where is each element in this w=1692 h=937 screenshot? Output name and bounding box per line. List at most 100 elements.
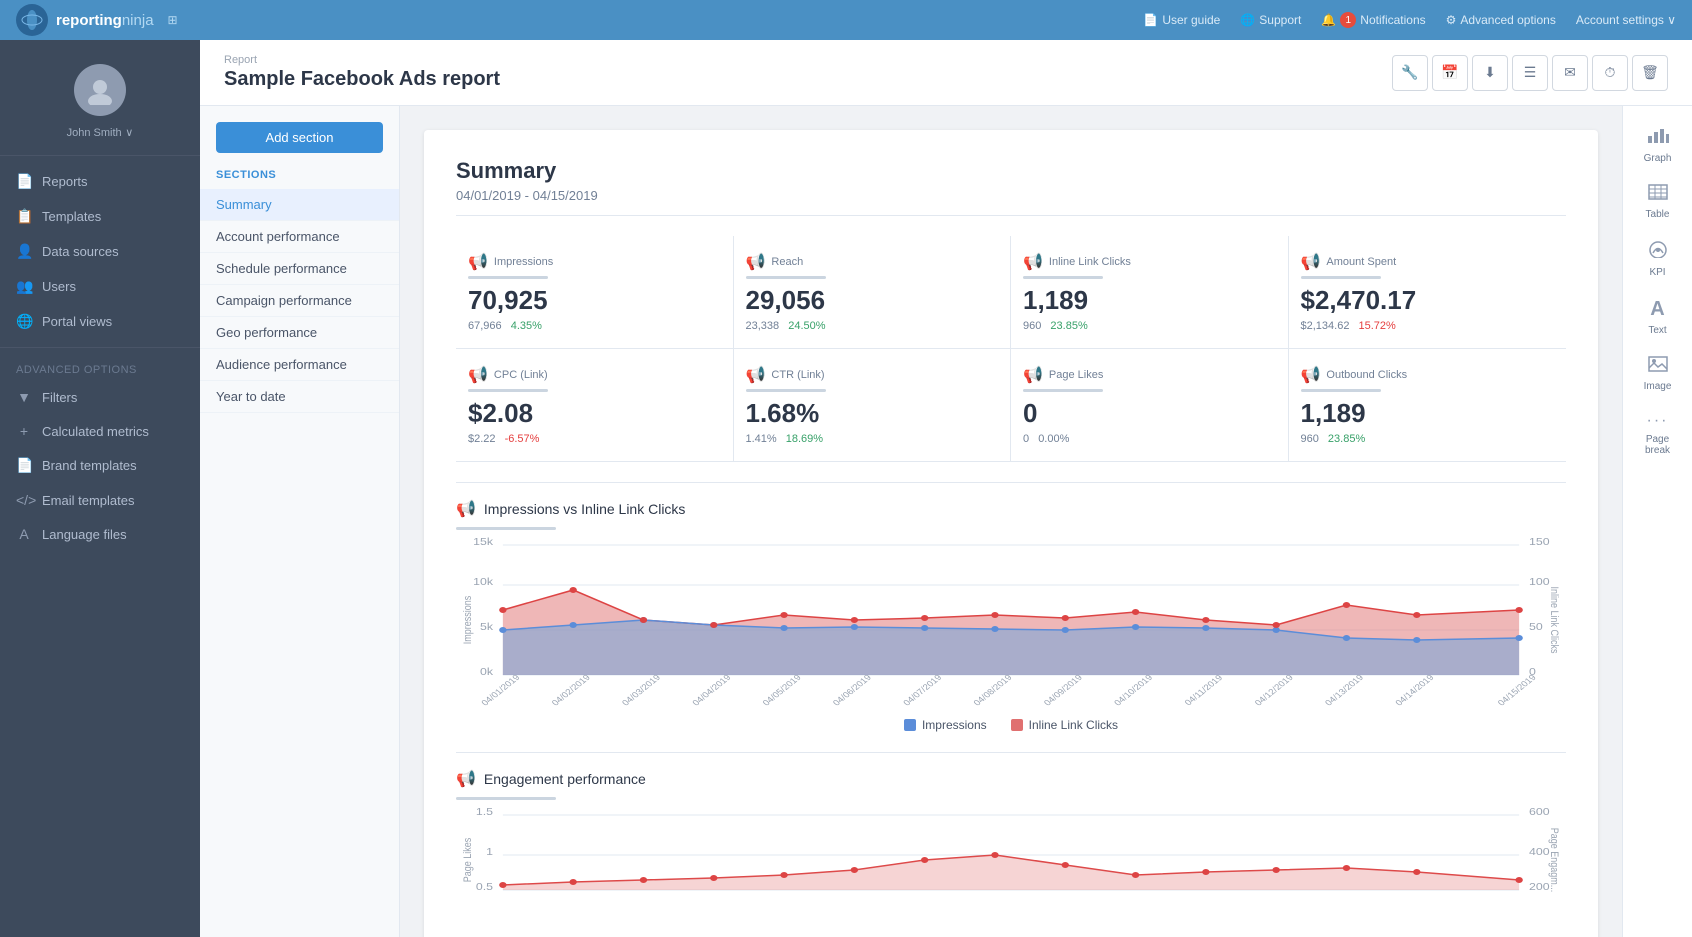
kpi-cpc-icon: 📢 xyxy=(468,365,488,385)
section-item-account-performance[interactable]: Account performance xyxy=(200,221,399,253)
grid-icon[interactable]: ⊞ xyxy=(168,13,178,27)
svg-text:Impressions: Impressions xyxy=(462,596,474,644)
kpi-cpc-label: CPC (Link) xyxy=(494,369,548,381)
settings-button[interactable]: 🔧 xyxy=(1392,55,1428,91)
data-sources-icon: 👤 xyxy=(16,243,32,260)
svg-text:04/11/2019: 04/11/2019 xyxy=(1182,673,1224,707)
chart2-title: Engagement performance xyxy=(484,771,646,787)
kpi-reach-compare: 23,338 24.50% xyxy=(746,320,999,332)
svg-text:04/10/2019: 04/10/2019 xyxy=(1112,673,1155,708)
kpi-ilc-icon: 📢 xyxy=(1023,252,1043,272)
kpi-amount-spent: 📢 Amount Spent $2,470.17 $2,134.62 15.72… xyxy=(1289,236,1567,349)
kpi-widget-btn[interactable]: KPI xyxy=(1633,232,1683,286)
main-layout: John Smith ∨ 📄 Reports 📋 Templates 👤 Dat… xyxy=(0,40,1692,937)
svg-text:0k: 0k xyxy=(480,667,493,678)
email-button[interactable]: ✉ xyxy=(1552,55,1588,91)
graph-widget-btn[interactable]: Graph xyxy=(1633,118,1683,172)
kpi-ilc-compare: 960 23.85% xyxy=(1023,320,1276,332)
svg-text:400: 400 xyxy=(1529,847,1550,858)
top-nav: reportingninja ⊞ 📄 User guide 🌐 Support … xyxy=(0,0,1692,40)
chart1-icon: 📢 xyxy=(456,499,476,519)
chart1-section: 📢 Impressions vs Inline Link Clicks 15k … xyxy=(456,482,1566,732)
user-name[interactable]: John Smith ∨ xyxy=(67,124,134,139)
kpi-amount-value: $2,470.17 xyxy=(1301,285,1555,316)
svg-text:04/05/2019: 04/05/2019 xyxy=(760,673,803,708)
widgets-panel: Graph Table xyxy=(1622,106,1692,937)
delete-button[interactable]: 🗑 xyxy=(1632,55,1668,91)
kpi-amount-bar xyxy=(1301,276,1381,279)
kpi-amount-compare: $2,134.62 15.72% xyxy=(1301,320,1555,332)
text-widget-icon: A xyxy=(1650,298,1664,321)
page-break-icon: ··· xyxy=(1647,412,1669,430)
filters-icon: ▼ xyxy=(16,389,32,405)
kpi-ilc-value: 1,189 xyxy=(1023,285,1276,316)
kpi-ilc-bar xyxy=(1023,276,1103,279)
section-item-schedule-performance[interactable]: Schedule performance xyxy=(200,253,399,285)
kpi-outbound-icon: 📢 xyxy=(1301,365,1321,385)
sidebar-item-brand-templates[interactable]: 📄 Brand templates xyxy=(0,448,200,483)
kpi-impressions-value: 70,925 xyxy=(468,285,721,316)
sidebar-item-users[interactable]: 👥 Users xyxy=(0,269,200,304)
kpi-impressions-label: Impressions xyxy=(494,256,553,268)
sidebar-item-language-files[interactable]: A Language files xyxy=(0,517,200,551)
logo-text: reportingninja xyxy=(56,12,154,29)
report-header: Report Sample Facebook Ads report 🔧 📅 ⬇ … xyxy=(200,40,1692,106)
image-widget-btn[interactable]: Image xyxy=(1633,348,1683,400)
text-widget-btn[interactable]: A Text xyxy=(1633,290,1683,344)
sidebar-item-filters[interactable]: ▼ Filters xyxy=(0,380,200,414)
stack-button[interactable]: ☰ xyxy=(1512,55,1548,91)
page-break-widget-btn[interactable]: ··· Page break xyxy=(1633,404,1683,464)
language-files-icon: A xyxy=(16,526,32,542)
kpi-impressions-icon: 📢 xyxy=(468,252,488,272)
chart1-svg: 15k 10k 5k 0k 150 100 50 0 Impressions xyxy=(456,530,1566,710)
graph-widget-icon xyxy=(1647,126,1669,149)
kpi-impressions-compare: 67,966 4.35% xyxy=(468,320,721,332)
section-item-campaign-performance[interactable]: Campaign performance xyxy=(200,285,399,317)
user-guide-nav[interactable]: 📄 User guide xyxy=(1143,13,1220,27)
notifications-nav[interactable]: 🔔 1 Notifications xyxy=(1321,12,1425,28)
kpi-impressions: 📢 Impressions 70,925 67,966 4.35% xyxy=(456,236,734,349)
kpi-impressions-bar xyxy=(468,276,548,279)
report-page: Summary 04/01/2019 - 04/15/2019 📢 Impres… xyxy=(424,130,1598,937)
account-settings-nav[interactable]: Account settings ∨ xyxy=(1576,13,1676,27)
advanced-options-nav[interactable]: ⚙ Advanced options xyxy=(1446,13,1556,27)
report-content: Summary 04/01/2019 - 04/15/2019 📢 Impres… xyxy=(400,106,1622,937)
clock-button[interactable]: ⏱ xyxy=(1592,55,1628,91)
svg-text:04/15/2019: 04/15/2019 xyxy=(1495,673,1538,708)
sidebar-item-portal-views[interactable]: 🌐 Portal views xyxy=(0,304,200,339)
svg-text:600: 600 xyxy=(1529,807,1550,818)
kpi-ilc-label: Inline Link Clicks xyxy=(1049,256,1131,268)
sidebar-item-data-sources[interactable]: 👤 Data sources xyxy=(0,234,200,269)
support-nav[interactable]: 🌐 Support xyxy=(1240,13,1301,27)
chart2-header: 📢 Engagement performance xyxy=(456,769,1566,789)
kpi-inline-link-clicks: 📢 Inline Link Clicks 1,189 960 23.85% xyxy=(1011,236,1289,349)
svg-text:50: 50 xyxy=(1529,622,1543,633)
calculated-metrics-icon: + xyxy=(16,423,32,439)
legend-impressions: Impressions xyxy=(904,718,987,732)
section-item-audience-performance[interactable]: Audience performance xyxy=(200,349,399,381)
report-body: Add section SECTIONS Summary Account per… xyxy=(200,106,1692,937)
svg-text:04/08/2019: 04/08/2019 xyxy=(971,673,1014,708)
section-item-geo-performance[interactable]: Geo performance xyxy=(200,317,399,349)
svg-text:10k: 10k xyxy=(473,577,493,588)
logo[interactable]: reportingninja ⊞ xyxy=(16,4,178,36)
chart2-icon: 📢 xyxy=(456,769,476,789)
calendar-button[interactable]: 📅 xyxy=(1432,55,1468,91)
sidebar-item-calculated-metrics[interactable]: + Calculated metrics xyxy=(0,414,200,448)
sidebar-item-templates[interactable]: 📋 Templates xyxy=(0,199,200,234)
kpi-reach-label: Reach xyxy=(771,256,803,268)
chart1-legend: Impressions Inline Link Clicks xyxy=(456,718,1566,732)
add-section-button[interactable]: Add section xyxy=(216,122,383,153)
portal-views-icon: 🌐 xyxy=(16,313,32,330)
section-item-year-to-date[interactable]: Year to date xyxy=(200,381,399,413)
kpi-cpc-compare: $2.22 -6.57% xyxy=(468,433,721,445)
sidebar-item-email-templates[interactable]: </> Email templates xyxy=(0,483,200,517)
download-button[interactable]: ⬇ xyxy=(1472,55,1508,91)
kpi-page-likes-bar xyxy=(1023,389,1103,392)
report-title: Sample Facebook Ads report xyxy=(224,68,500,91)
sidebar-item-reports[interactable]: 📄 Reports xyxy=(0,164,200,199)
summary-date-range: 04/01/2019 - 04/15/2019 xyxy=(456,188,1566,216)
kpi-outbound-value: 1,189 xyxy=(1301,398,1555,429)
section-item-summary[interactable]: Summary xyxy=(200,189,399,221)
table-widget-btn[interactable]: Table xyxy=(1633,176,1683,228)
